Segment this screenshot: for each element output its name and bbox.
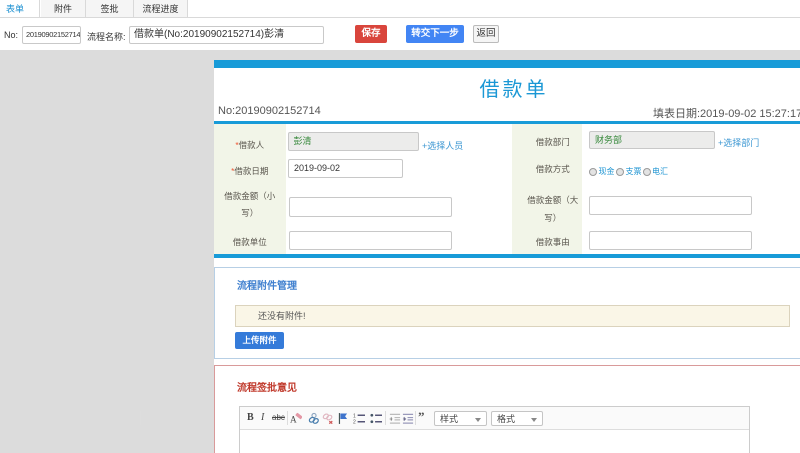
svg-text:2: 2 [353, 420, 356, 425]
svg-text:A: A [290, 415, 297, 425]
